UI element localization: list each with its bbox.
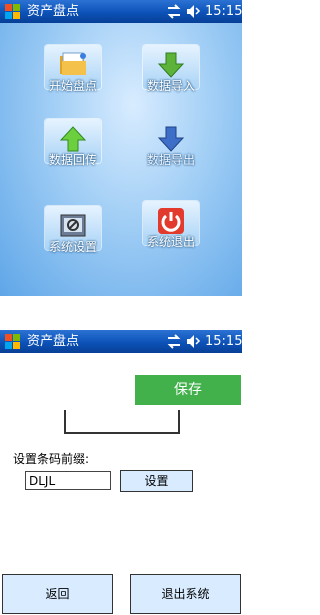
tile-label: 开始盘点 <box>48 79 97 93</box>
settings-screen: 保存 设置条码前缀: DLJL 设置 返回 退出系统 <box>0 355 242 615</box>
back-button[interactable]: 返回 <box>2 574 113 614</box>
tile-label: 数据导入 <box>146 79 195 93</box>
speaker-icon[interactable] <box>186 334 201 349</box>
clock[interactable]: 15:15 <box>205 333 242 350</box>
barcode-prefix-input[interactable]: DLJL <box>25 471 111 490</box>
import-data-button[interactable]: 数据导入 <box>126 45 216 105</box>
tile-label: 数据回传 <box>48 153 97 167</box>
tile-label: 系统设置 <box>48 240 97 254</box>
download-arrow-icon <box>157 52 185 78</box>
main-menu: 开始盘点 数据导入 数据回传 数据导出 系统设置 系统退出 <box>0 23 242 296</box>
sync-icon[interactable] <box>166 4 182 19</box>
speaker-icon[interactable] <box>186 4 201 19</box>
save-button[interactable]: 保存 <box>135 375 241 405</box>
start-inventory-button[interactable]: 开始盘点 <box>28 45 118 105</box>
windows-start-icon[interactable] <box>4 333 21 350</box>
exit-system-button[interactable]: 退出系统 <box>130 574 241 614</box>
upload-arrow-icon <box>59 126 87 152</box>
window-title: 资产盘点 <box>27 4 80 19</box>
title-bar: 资产盘点 15:15 <box>0 0 242 23</box>
export-data-button[interactable]: 数据导出 <box>126 119 216 179</box>
folder-icon <box>60 52 86 75</box>
clock[interactable]: 15:15 <box>205 3 242 20</box>
power-icon <box>158 208 184 234</box>
settings-icon <box>60 214 86 237</box>
windows-start-icon[interactable] <box>4 3 21 20</box>
sync-icon[interactable] <box>166 334 182 349</box>
frame-fragment <box>64 410 180 434</box>
system-settings-button[interactable]: 系统设置 <box>28 206 118 266</box>
screen-divider <box>0 296 242 326</box>
export-arrow-icon <box>157 126 185 152</box>
upload-data-button[interactable]: 数据回传 <box>28 119 118 179</box>
window-title: 资产盘点 <box>27 334 80 349</box>
tile-label: 数据导出 <box>146 153 195 167</box>
system-exit-button[interactable]: 系统退出 <box>126 201 216 261</box>
set-prefix-button[interactable]: 设置 <box>120 470 193 492</box>
title-bar-2: 资产盘点 15:15 <box>0 330 242 353</box>
tile-label: 系统退出 <box>146 235 195 249</box>
barcode-prefix-label: 设置条码前缀: <box>13 452 90 466</box>
